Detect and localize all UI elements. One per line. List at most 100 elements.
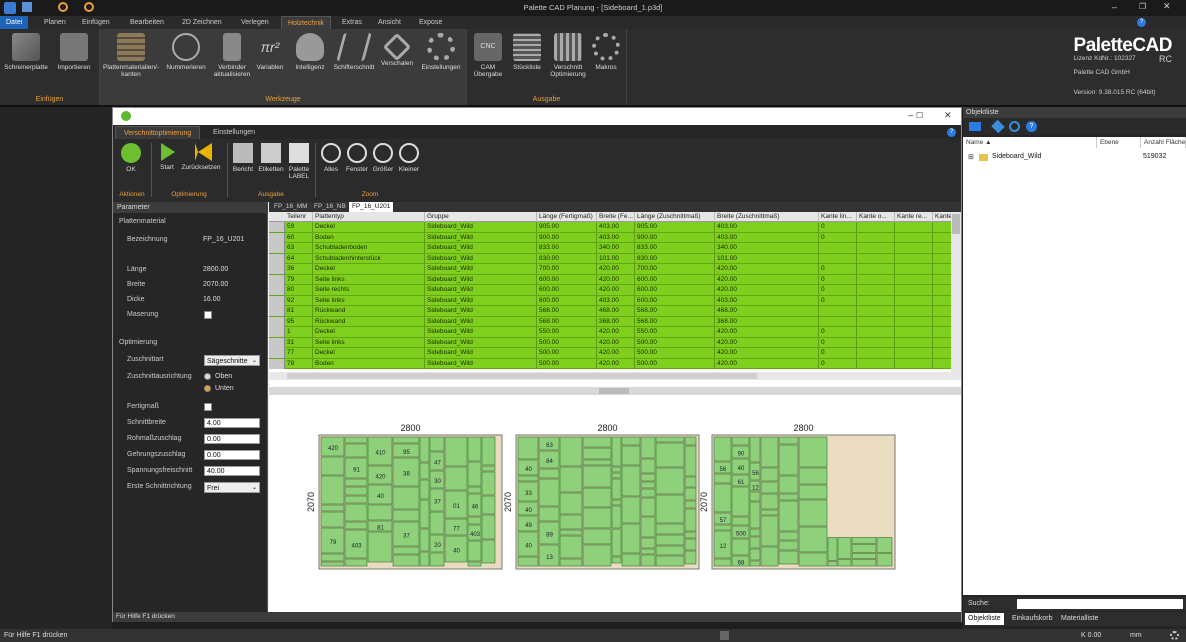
tab-expose[interactable]: Expose — [413, 16, 448, 29]
table-row[interactable]: 59 Deckel Sideboard_Wild 905.00 403.00 905.00… — [269, 222, 951, 233]
table-row[interactable]: 78 Boden Sideboard_Wild 500.00 420.00 500.00 4… — [269, 358, 951, 369]
sheet-tab-mm[interactable]: FP_16_MM — [271, 202, 311, 212]
row-header[interactable] — [269, 264, 285, 274]
table-row[interactable]: 64 Schubladenhinterstück Sideboard_Wild 830… — [269, 253, 951, 264]
col-ebene[interactable]: Ebene — [1097, 137, 1141, 148]
zoom-groesser-button[interactable]: Größer — [369, 143, 397, 173]
table-row[interactable]: 92 Seite links Sideboard_Wild 600.00 403.00 6… — [269, 295, 951, 306]
search-input[interactable] — [1017, 599, 1183, 609]
column-header[interactable]: Plattentyp — [313, 212, 425, 222]
help-icon[interactable]: ? — [1137, 18, 1146, 27]
tab-extras[interactable]: Extras — [336, 16, 368, 29]
radio-oben[interactable] — [204, 373, 211, 380]
tab-ansicht[interactable]: Ansicht — [372, 16, 407, 29]
table-row[interactable]: 60 Boden Sideboard_Wild 900.00 403.00 900.00 4… — [269, 232, 951, 243]
zuruecksetzen-button[interactable]: Zurücksetzen — [181, 143, 221, 171]
tab-einkaufskorb[interactable]: Einkaufskorb — [1009, 613, 1055, 625]
horizontal-scrollbar[interactable] — [269, 372, 961, 380]
row-header[interactable] — [269, 358, 285, 369]
tab-planen[interactable]: Planen — [38, 16, 72, 29]
tab-2d-zeichnen[interactable]: 2D Zeichnen — [176, 16, 228, 29]
radio-unten[interactable] — [204, 385, 211, 392]
select-icon[interactable] — [969, 122, 981, 131]
dlg-minimize-button[interactable]: – — [908, 110, 913, 120]
table-row[interactable]: 63 Schubladenboden Sideboard_Wild 833.00 340… — [269, 243, 951, 254]
row-header[interactable] — [269, 253, 285, 264]
dlg-help-icon[interactable]: ? — [947, 128, 956, 137]
verschnitt-button[interactable]: Verschnitt Optimierung — [545, 33, 591, 78]
tab-bearbeiten[interactable]: Bearbeiten — [124, 16, 170, 29]
minimize-button[interactable]: – — [1112, 2, 1117, 12]
row-header[interactable] — [269, 306, 285, 316]
row-header[interactable] — [269, 327, 285, 337]
spannung-input[interactable]: 40.00 — [204, 466, 260, 476]
zoom-alles-button[interactable]: Alles — [317, 143, 345, 173]
close-button[interactable]: ✕ — [1163, 1, 1171, 12]
sheet-tab-u201[interactable]: FP_16_U201 — [349, 202, 394, 212]
table-row[interactable]: 80 Seite rechts Sideboard_Wild 600.00 420.00… — [269, 285, 951, 296]
row-header[interactable] — [269, 316, 285, 327]
erste-select[interactable]: Frei ⌄ — [204, 482, 260, 493]
schnittbreite-input[interactable]: 4.00 — [204, 418, 260, 428]
tab-einstellungen[interactable]: Einstellungen — [205, 126, 263, 139]
row-header[interactable] — [269, 285, 285, 295]
table-row[interactable]: 95 Rückwand Sideboard_Wild 568.00 368.00 568.… — [269, 316, 951, 327]
tab-verlegen[interactable]: Verlegen — [235, 16, 275, 29]
vertical-scrollbar[interactable] — [951, 212, 961, 372]
maximize-button[interactable]: ❐ — [1139, 2, 1146, 11]
table-row[interactable]: 1 Deckel Sideboard_Wild 550.00 420.00 550.00 4… — [269, 327, 951, 338]
einstellungen-button[interactable]: Einstellungen — [416, 33, 466, 71]
intelligenz-button[interactable]: Intelligenz — [288, 33, 332, 71]
col-anzahl[interactable]: Anzahl Fläche — [1141, 137, 1186, 148]
stueckliste-button[interactable]: Stückliste — [507, 33, 547, 71]
tab-datei[interactable]: Datei — [0, 16, 29, 29]
row-header[interactable] — [269, 348, 285, 358]
ok-button[interactable]: OK — [117, 143, 145, 173]
maserung-checkbox[interactable] — [204, 311, 212, 319]
row-header[interactable] — [269, 274, 285, 285]
rohmass-input[interactable]: 0.00 — [204, 434, 260, 444]
row-header[interactable] — [269, 337, 285, 348]
table-row[interactable]: 31 Seite links Sideboard_Wild 500.00 420.00 5… — [269, 337, 951, 348]
column-header[interactable]: Gruppe — [425, 212, 537, 222]
settings-gear-icon[interactable] — [1170, 631, 1179, 640]
tab-materialliste[interactable]: Materialliste — [1058, 613, 1101, 625]
tab-einfuegen[interactable]: Einfügen — [76, 16, 116, 29]
row-header[interactable] — [269, 232, 285, 243]
column-header[interactable]: Kante lin... — [819, 212, 857, 222]
verschalen-button[interactable]: Verschalen — [376, 32, 418, 67]
column-header[interactable]: Kante o... — [857, 212, 895, 222]
help-icon[interactable]: ? — [1026, 121, 1037, 132]
refresh-icon[interactable] — [1009, 121, 1020, 132]
dlg-close-button[interactable]: ✕ — [944, 110, 952, 121]
zuschnittart-select[interactable]: Sägeschnitte ⌄ — [204, 355, 260, 366]
table-row[interactable]: 79 Seite links Sideboard_Wild 600.00 420.00 6… — [269, 274, 951, 285]
tree-item-label[interactable]: Sideboard_Wild — [992, 153, 1041, 160]
fertigmass-checkbox[interactable] — [204, 403, 212, 411]
tab-holztechnik[interactable]: Holztechnik — [281, 16, 332, 29]
table-row[interactable]: 36 Deckel Sideboard_Wild 700.00 420.00 700.00… — [269, 264, 951, 275]
verbinder-button[interactable]: Verbinder aktualisieren — [208, 33, 256, 78]
zoom-fenster-button[interactable]: Fenster — [343, 143, 371, 173]
etiketten-button[interactable]: Etiketten — [257, 143, 285, 173]
makros-button[interactable]: Makros — [587, 33, 625, 71]
importieren-button[interactable]: Importieren — [50, 33, 98, 71]
splitter[interactable] — [269, 387, 961, 395]
column-header[interactable]: Breite (Fe... — [597, 212, 635, 222]
column-header[interactable]: Teilenr — [285, 212, 313, 222]
bericht-button[interactable]: Bericht — [229, 143, 257, 173]
schreinerplatte-button[interactable]: Schreinerplatte — [2, 33, 50, 71]
tag-icon[interactable] — [991, 119, 1005, 134]
tab-verschnittoptimierung[interactable]: Verschnittoptimierung — [115, 126, 201, 139]
column-header[interactable]: Breite (Zuschnittmaß) — [715, 212, 819, 222]
row-header[interactable] — [269, 222, 285, 232]
schifterschnitt-button[interactable]: Schifterschnitt — [330, 33, 378, 71]
row-header[interactable] — [269, 243, 285, 253]
column-header[interactable]: Kante re... — [895, 212, 933, 222]
col-name[interactable]: Name ▲ — [963, 137, 1097, 148]
layout-icon[interactable] — [720, 631, 729, 640]
gehrung-input[interactable]: 0.00 — [204, 450, 260, 460]
row-header[interactable] — [269, 295, 285, 306]
column-header[interactable]: Länge (Zuschnittmaß) — [635, 212, 715, 222]
table-row[interactable]: 77 Deckel Sideboard_Wild 500.00 420.00 500.00… — [269, 348, 951, 359]
